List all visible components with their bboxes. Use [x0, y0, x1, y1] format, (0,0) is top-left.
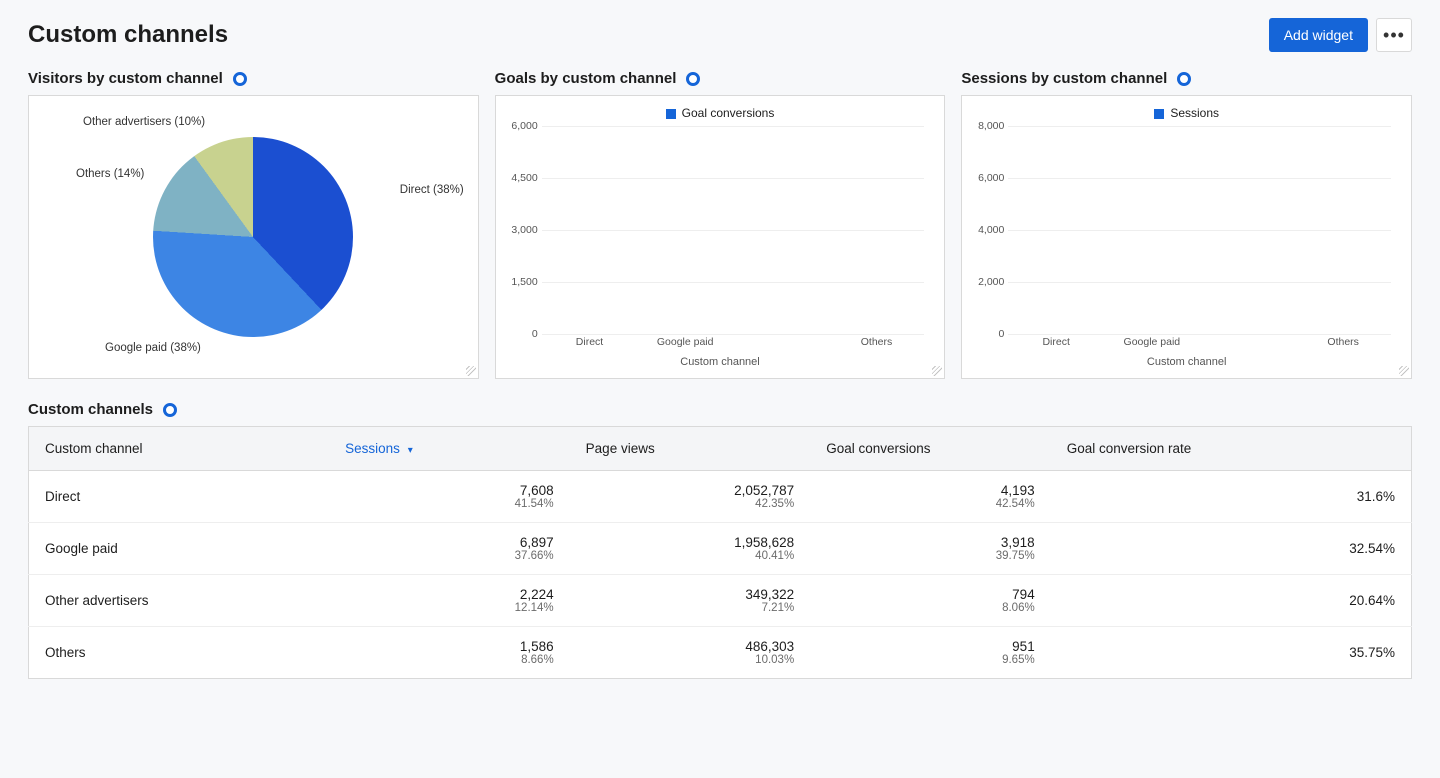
y-tick: 0	[972, 328, 1004, 340]
x-tick: Google paid	[1124, 336, 1181, 348]
header-actions: Add widget •••	[1269, 18, 1412, 52]
widget-card: Sessions 02,0004,0006,0008,000 DirectGoo…	[961, 95, 1412, 379]
y-tick: 1,500	[506, 276, 538, 288]
widget-title-label: Visitors by custom channel	[28, 70, 223, 87]
legend-label: Goal conversions	[682, 106, 775, 120]
col-channel[interactable]: Custom channel	[29, 427, 330, 471]
cell-goals: 7948.06%	[810, 575, 1051, 627]
resize-handle[interactable]	[466, 366, 476, 376]
more-icon: •••	[1383, 25, 1405, 46]
y-tick: 0	[506, 328, 538, 340]
col-pageviews[interactable]: Page views	[570, 427, 811, 471]
x-axis-label: Custom channel	[962, 352, 1411, 378]
y-tick: 2,000	[972, 276, 1004, 288]
col-sessions[interactable]: Sessions ▾	[329, 427, 570, 471]
cell-sessions: 7,60841.54%	[329, 471, 570, 523]
col-label: Sessions	[345, 441, 400, 456]
x-axis-label: Custom channel	[496, 352, 945, 378]
cell-pageviews: 1,958,62840.41%	[570, 523, 811, 575]
pie-label-google-paid: Google paid (38%)	[105, 342, 201, 354]
widget-title-label: Custom channels	[28, 401, 153, 418]
col-label: Goal conversions	[826, 441, 930, 456]
x-tick: Others	[1327, 336, 1359, 348]
widget-visitors: Visitors by custom channel Direct (38%) …	[28, 70, 479, 379]
widget-card: Direct (38%) Google paid (38%) Others (1…	[28, 95, 479, 379]
pie-graphic	[153, 137, 353, 337]
cell-goals: 3,91839.75%	[810, 523, 1051, 575]
cell-rate: 31.6%	[1051, 471, 1412, 523]
cell-goals: 4,19342.54%	[810, 471, 1051, 523]
widget-sessions: Sessions by custom channel Sessions 02,0…	[961, 70, 1412, 379]
resize-handle[interactable]	[932, 366, 942, 376]
pie-chart: Direct (38%) Google paid (38%) Others (1…	[29, 96, 478, 378]
table-row[interactable]: Others1,5868.66%486,30310.03%9519.65%35.…	[29, 627, 1412, 679]
page-title: Custom channels	[28, 21, 228, 49]
cell-pageviews: 2,052,78742.35%	[570, 471, 811, 523]
x-tick: Others	[861, 336, 893, 348]
status-dot-icon	[686, 72, 700, 86]
cell-channel: Direct	[29, 471, 330, 523]
col-label: Custom channel	[45, 441, 143, 456]
y-tick: 8,000	[972, 120, 1004, 132]
cell-rate: 35.75%	[1051, 627, 1412, 679]
resize-handle[interactable]	[1399, 366, 1409, 376]
chart-legend: Sessions	[962, 96, 1411, 120]
cell-channel: Other advertisers	[29, 575, 330, 627]
y-tick: 6,000	[972, 172, 1004, 184]
status-dot-icon	[1177, 72, 1191, 86]
cell-rate: 32.54%	[1051, 523, 1412, 575]
y-tick: 6,000	[506, 120, 538, 132]
channels-table: Custom channel Sessions ▾ Page views Goa…	[28, 426, 1412, 679]
table-row[interactable]: Google paid6,89737.66%1,958,62840.41%3,9…	[29, 523, 1412, 575]
legend-swatch-icon	[1154, 109, 1164, 119]
add-widget-button[interactable]: Add widget	[1269, 18, 1368, 52]
widget-card: Goal conversions 01,5003,0004,5006,000 D…	[495, 95, 946, 379]
widget-title-label: Goals by custom channel	[495, 70, 677, 87]
x-axis: Direct Google paid Others	[1008, 334, 1391, 352]
cell-pageviews: 486,30310.03%	[570, 627, 811, 679]
cell-sessions: 6,89737.66%	[329, 523, 570, 575]
bar-chart-sessions: 02,0004,0006,0008,000	[1008, 126, 1391, 334]
widget-goals: Goals by custom channel Goal conversions…	[495, 70, 946, 379]
table-row[interactable]: Direct7,60841.54%2,052,78742.35%4,19342.…	[29, 471, 1412, 523]
cell-pageviews: 349,3227.21%	[570, 575, 811, 627]
pie-label-direct: Direct (38%)	[400, 184, 464, 196]
y-tick: 4,000	[972, 224, 1004, 236]
status-dot-icon	[233, 72, 247, 86]
cell-sessions: 1,5868.66%	[329, 627, 570, 679]
status-dot-icon	[163, 403, 177, 417]
widget-table: Custom channels Custom channel Sessions …	[28, 401, 1412, 679]
sort-icon: ▾	[408, 445, 413, 456]
table-row[interactable]: Other advertisers2,22412.14%349,3227.21%…	[29, 575, 1412, 627]
page-header: Custom channels Add widget •••	[28, 18, 1412, 52]
cell-rate: 20.64%	[1051, 575, 1412, 627]
more-menu-button[interactable]: •••	[1376, 18, 1412, 52]
widget-title-label: Sessions by custom channel	[961, 70, 1167, 87]
pie-label-other-adv: Other advertisers (10%)	[83, 116, 205, 128]
y-tick: 3,000	[506, 224, 538, 236]
col-label: Goal conversion rate	[1067, 441, 1192, 456]
y-tick: 4,500	[506, 172, 538, 184]
chart-legend: Goal conversions	[496, 96, 945, 120]
cell-channel: Others	[29, 627, 330, 679]
legend-swatch-icon	[666, 109, 676, 119]
col-rate[interactable]: Goal conversion rate	[1051, 427, 1412, 471]
x-tick: Direct	[576, 336, 603, 348]
col-goals[interactable]: Goal conversions	[810, 427, 1051, 471]
x-tick: Google paid	[657, 336, 714, 348]
bar-chart-goals: 01,5003,0004,5006,000	[542, 126, 925, 334]
x-axis: Direct Google paid Others	[542, 334, 925, 352]
cell-sessions: 2,22412.14%	[329, 575, 570, 627]
table-header-row: Custom channel Sessions ▾ Page views Goa…	[29, 427, 1412, 471]
x-tick: Direct	[1042, 336, 1069, 348]
pie-label-others: Others (14%)	[76, 168, 144, 180]
legend-label: Sessions	[1170, 106, 1219, 120]
col-label: Page views	[586, 441, 655, 456]
cell-channel: Google paid	[29, 523, 330, 575]
cell-goals: 9519.65%	[810, 627, 1051, 679]
